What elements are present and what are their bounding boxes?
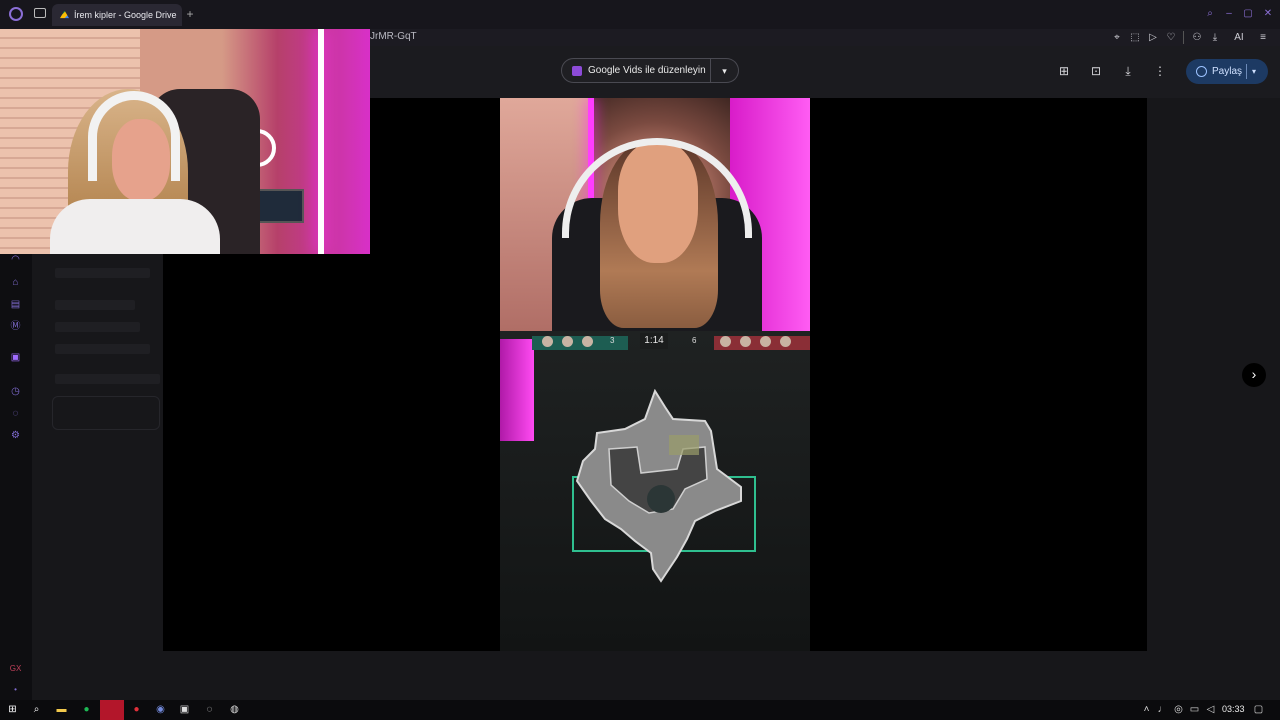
app-icon[interactable]: ◍ xyxy=(228,703,241,716)
game-hud: 3 1:14 6 xyxy=(532,333,810,353)
ghost-row xyxy=(55,300,135,310)
google-vids-icon xyxy=(572,65,582,76)
agent-icon xyxy=(562,336,573,347)
ghost-card xyxy=(52,396,160,430)
file-explorer-icon[interactable]: ▬ xyxy=(55,703,68,716)
sidebar-news-icon[interactable]: ▤ xyxy=(9,298,22,311)
sidebar-settings-icon[interactable]: ⚙ xyxy=(9,429,22,442)
add-comment-icon[interactable]: ⊡ xyxy=(1088,63,1104,79)
sidebar-more-icon[interactable]: • xyxy=(9,683,22,696)
globe-icon xyxy=(1196,66,1207,77)
sidebar-aria-icon[interactable]: ◠ xyxy=(9,253,22,266)
opera-gx-taskbar-icon[interactable] xyxy=(100,700,124,720)
windows-start-icon[interactable]: ⊞ xyxy=(6,703,19,716)
agent-icon xyxy=(582,336,593,347)
search-tabs-icon[interactable]: ⌕ xyxy=(1203,8,1217,20)
share-label: Paylaş xyxy=(1212,66,1243,77)
spotify-icon[interactable]: ● xyxy=(80,703,93,716)
agent-icon xyxy=(542,336,553,347)
taskbar-clock[interactable]: 03:33 xyxy=(1222,704,1245,714)
share-dropdown[interactable]: ▾ xyxy=(1252,59,1256,84)
pin-icon[interactable]: ⌖ xyxy=(1110,31,1124,44)
new-tab-button[interactable]: + xyxy=(184,8,196,20)
ghost-row xyxy=(55,322,140,332)
heart-icon[interactable]: ♡ xyxy=(1164,31,1178,44)
ghost-row xyxy=(55,344,150,354)
sidebar-messenger-icon[interactable]: Ⓜ xyxy=(9,320,22,333)
agent-icon xyxy=(740,336,751,347)
ghost-row xyxy=(55,268,150,278)
ai-button[interactable]: AI xyxy=(1228,31,1250,44)
score-left: 3 xyxy=(610,336,615,345)
add-to-folder-icon[interactable]: ⊞ xyxy=(1056,63,1072,79)
play-icon[interactable]: ▷ xyxy=(1146,31,1160,44)
opera-gx-icon[interactable]: GX xyxy=(9,662,22,675)
video-game-view: 3 1:14 6 xyxy=(500,331,810,651)
more-options-icon[interactable]: ⋮ xyxy=(1152,63,1168,79)
neon-light xyxy=(500,339,534,441)
google-vids-edit-button[interactable]: Google Vids ile düzenleyin xyxy=(561,58,711,83)
share-divider xyxy=(1246,64,1247,79)
sidebar-twitch-icon[interactable]: ▣ xyxy=(9,351,22,364)
sidebar-chat-icon[interactable]: ◌ xyxy=(9,407,22,420)
google-vids-label: Google Vids ile düzenleyin xyxy=(588,65,706,76)
tray-chevron-icon[interactable]: ˄ xyxy=(1140,703,1153,716)
google-vids-dropdown[interactable]: ▾ xyxy=(711,58,739,83)
game-minimap xyxy=(572,389,756,583)
divider xyxy=(1183,31,1184,44)
notifications-icon[interactable]: ▢ xyxy=(1252,703,1265,716)
close-icon[interactable]: ✕ xyxy=(1261,8,1275,20)
network-icon[interactable]: ▭ xyxy=(1188,703,1201,716)
webcam-overlay xyxy=(0,29,370,254)
google-drive-icon xyxy=(60,10,69,19)
sidebar-history-icon[interactable]: ◷ xyxy=(9,385,22,398)
microphone-icon[interactable]: ♩ xyxy=(1156,703,1169,716)
share-button[interactable]: Paylaş ▾ xyxy=(1186,59,1268,84)
windows-taskbar xyxy=(0,700,1280,720)
tab-google-drive[interactable]: İrem kipler - Google Drive xyxy=(52,4,182,26)
search-icon[interactable]: ⌕ xyxy=(30,703,43,716)
round-timer: 1:14 xyxy=(640,333,668,349)
agent-icon xyxy=(780,336,791,347)
agent-icon xyxy=(720,336,731,347)
ghost-row xyxy=(55,374,160,384)
app-icon[interactable]: ◌ xyxy=(203,703,216,716)
profile-icon[interactable]: ⚇ xyxy=(1190,31,1204,44)
app-icon[interactable]: ▣ xyxy=(178,703,191,716)
drive-background-row xyxy=(163,651,1147,681)
tab-title: İrem kipler - Google Drive xyxy=(74,10,177,20)
download-icon[interactable]: ⤓ xyxy=(1120,63,1136,79)
download-icon[interactable]: ⤓ xyxy=(1208,31,1222,44)
discord-icon[interactable]: ◉ xyxy=(154,703,167,716)
snapshot-icon[interactable]: ⬚ xyxy=(1128,31,1142,44)
minimize-icon[interactable]: – xyxy=(1222,8,1236,20)
record-app-icon[interactable]: ● xyxy=(130,703,143,716)
volume-icon[interactable]: ◁ xyxy=(1204,703,1217,716)
tray-app-icon[interactable]: ◎ xyxy=(1172,703,1185,716)
opera-logo-icon[interactable] xyxy=(9,7,23,21)
menu-icon[interactable]: ≡ xyxy=(1256,31,1270,44)
score-right: 6 xyxy=(692,336,697,345)
agent-icon xyxy=(760,336,771,347)
sidebar-workspace-icon[interactable]: ⌂ xyxy=(9,276,22,289)
maximize-icon[interactable]: ▢ xyxy=(1241,8,1255,20)
video-webcam-frame xyxy=(500,98,810,331)
address-bar-url[interactable]: JrMR-GqT xyxy=(370,31,417,42)
next-file-button[interactable]: › xyxy=(1242,363,1266,387)
tab-menu-icon[interactable] xyxy=(34,8,46,18)
